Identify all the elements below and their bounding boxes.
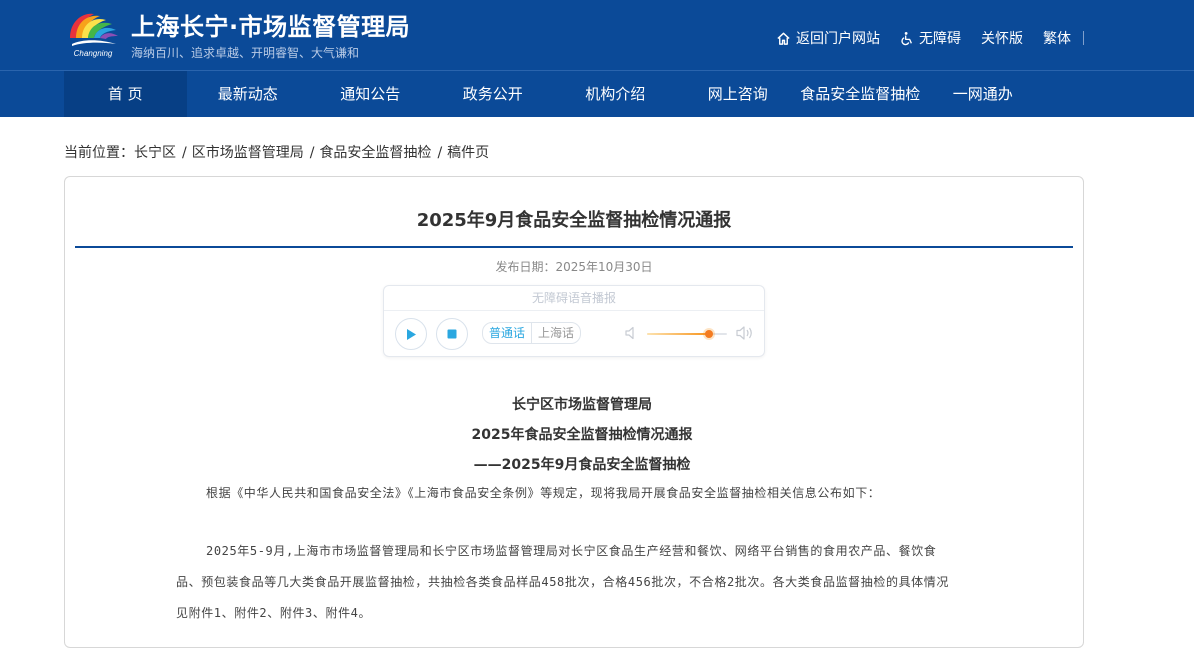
wheelchair-icon xyxy=(901,31,912,45)
stop-icon xyxy=(447,329,457,339)
breadcrumb-item-market-bureau[interactable]: 区市场监督管理局 xyxy=(192,145,304,161)
publish-date: 发布日期：2025年10月30日 xyxy=(495,260,653,274)
nav-item-organization[interactable]: 机构介绍 xyxy=(554,71,677,117)
breadcrumb-item-changning[interactable]: 长宁区 xyxy=(134,145,176,161)
breadcrumb-separator: / xyxy=(309,145,315,161)
title-divider xyxy=(75,246,1073,248)
volume-slider-handle[interactable] xyxy=(705,330,714,338)
play-icon xyxy=(407,328,416,340)
nav-item-online-consult[interactable]: 网上咨询 xyxy=(677,71,800,117)
volume-low-icon[interactable] xyxy=(625,326,637,340)
breadcrumb-separator: / xyxy=(437,145,443,161)
volume-high-icon[interactable] xyxy=(736,325,754,341)
portal-link[interactable]: 返回门户网站 xyxy=(776,28,880,48)
shanghainese-option[interactable]: 上海话 xyxy=(531,323,580,343)
breadcrumb: 当前位置：长宁区 / 区市场监督管理局 / 食品安全监督抽检 / 稿件页 xyxy=(64,142,489,162)
traditional-chinese-label: 繁体 xyxy=(1043,31,1071,47)
voice-broadcast-player: 无障碍语音播报 普通话 上海话 xyxy=(383,285,765,357)
volume-slider-fill xyxy=(647,333,710,335)
site-header: Changning 上海长宁·市场监督管理局 海纳百川、追求卓越、开明睿智、大气… xyxy=(0,0,1194,70)
accessible-link[interactable]: 无障碍 xyxy=(900,28,961,48)
home-icon xyxy=(777,32,790,45)
nav-item-latest-news[interactable]: 最新动态 xyxy=(187,71,310,117)
article-title: 2025年9月食品安全监督抽检情况通报 xyxy=(416,210,732,231)
nav-item-notices[interactable]: 通知公告 xyxy=(309,71,432,117)
svg-text:Changning: Changning xyxy=(74,49,113,58)
care-version-label: 关怀版 xyxy=(981,31,1023,47)
stop-button[interactable] xyxy=(436,318,468,350)
top-links-divider xyxy=(1083,31,1084,45)
issuer-heading: 长宁区市场监督管理局 xyxy=(512,397,652,413)
nav-item-food-safety-inspection[interactable]: 食品安全监督抽检 xyxy=(799,71,922,117)
care-version-link[interactable]: 关怀版 xyxy=(981,28,1023,48)
site-title: 上海长宁·市场监督管理局 xyxy=(131,13,411,41)
main-nav: 首 页 最新动态 通知公告 政务公开 机构介绍 网上咨询 食品安全监督抽检 一网… xyxy=(0,70,1194,117)
report-heading: 2025年食品安全监督抽检情况通报 xyxy=(471,427,693,443)
top-links: 返回门户网站 无障碍 关怀版 繁体 xyxy=(776,28,1084,48)
mandarin-option[interactable]: 普通话 xyxy=(483,323,531,343)
breadcrumb-separator: / xyxy=(182,145,187,161)
body-paragraph-2: 2025年5-9月,上海市市场监督管理局和长宁区市场监督管理局对长宁区食品生产经… xyxy=(176,544,949,620)
breadcrumb-item-food-inspection[interactable]: 食品安全监督抽检 xyxy=(319,145,431,161)
nav-item-government-affairs[interactable]: 政务公开 xyxy=(432,71,555,117)
changning-logo-icon[interactable]: Changning xyxy=(64,8,122,60)
report-subheading: ——2025年9月食品安全监督抽检 xyxy=(473,457,691,473)
portal-link-label: 返回门户网站 xyxy=(796,31,880,47)
player-header: 无障碍语音播报 xyxy=(384,286,764,311)
breadcrumb-prefix: 当前位置： xyxy=(64,145,134,161)
traditional-chinese-link[interactable]: 繁体 xyxy=(1043,28,1071,48)
volume-slider[interactable] xyxy=(647,330,727,338)
nav-item-one-stop-service[interactable]: 一网通办 xyxy=(922,71,1045,117)
dialect-toggle: 普通话 上海话 xyxy=(482,322,582,344)
play-button[interactable] xyxy=(395,318,427,350)
site-slogan: 海纳百川、追求卓越、开明睿智、大气谦和 xyxy=(131,46,360,60)
body-paragraph-1: 根据《中华人民共和国食品安全法》《上海市食品安全条例》等规定，现将我局开展食品安… xyxy=(206,486,881,500)
breadcrumb-item-current: 稿件页 xyxy=(447,145,490,161)
nav-item-home[interactable]: 首 页 xyxy=(64,71,187,117)
accessible-link-label: 无障碍 xyxy=(919,31,961,47)
